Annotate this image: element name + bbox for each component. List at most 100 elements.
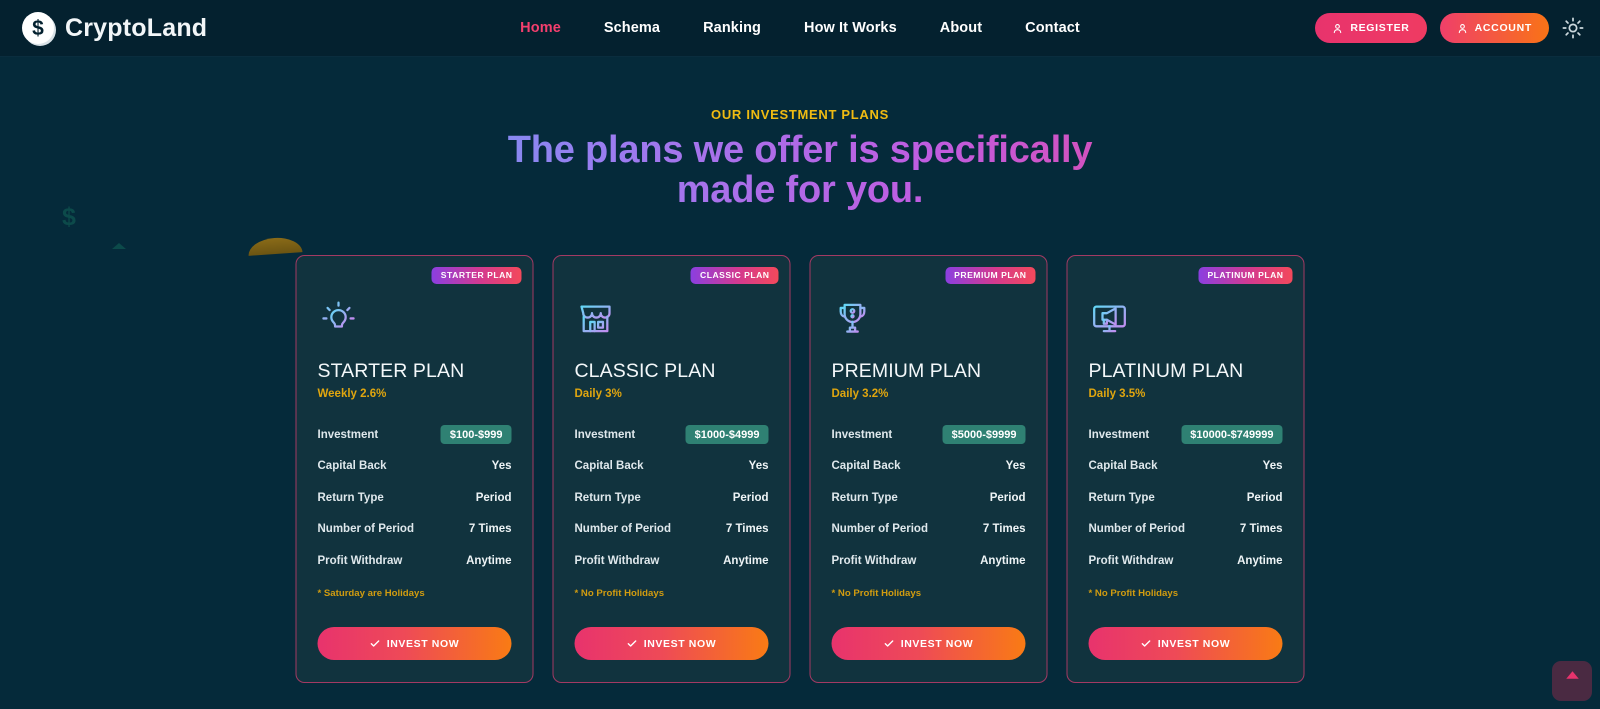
nav-item-schema[interactable]: Schema bbox=[604, 20, 660, 36]
detail-row-investment: Investment $10000-$749999 bbox=[1089, 419, 1283, 451]
detail-label: Investment bbox=[831, 428, 893, 441]
nav-item-ranking[interactable]: Ranking bbox=[703, 20, 761, 36]
main-navigation: Home Schema Ranking How It Works About C… bbox=[520, 20, 1080, 36]
section-headline: The plans we offer is specifically made … bbox=[0, 130, 1600, 211]
pricing-cards: STARTER PLAN STARTER PLAN Weekly 2.6% In… bbox=[295, 255, 1305, 683]
nav-item-home[interactable]: Home bbox=[520, 20, 561, 36]
detail-row-capital-back: Capital Back Yes bbox=[1089, 451, 1283, 483]
decorative-triangle-icon bbox=[112, 243, 126, 249]
plan-details: Investment $100-$999 Capital Back Yes Re… bbox=[318, 419, 512, 577]
detail-value: 7 Times bbox=[468, 523, 512, 536]
detail-value: 7 Times bbox=[1239, 523, 1283, 536]
detail-label: Profit Withdraw bbox=[317, 554, 403, 567]
detail-value: Anytime bbox=[980, 554, 1026, 567]
lightbulb-icon bbox=[318, 297, 512, 341]
detail-value: Yes bbox=[748, 460, 769, 473]
header-actions: REGISTER ACCOUNT bbox=[1315, 13, 1584, 43]
storefront-icon bbox=[575, 297, 769, 341]
section-eyebrow: OUR INVESTMENT PLANS bbox=[711, 107, 889, 122]
detail-value: Anytime bbox=[723, 554, 769, 567]
invest-now-button[interactable]: INVEST NOW bbox=[831, 627, 1026, 660]
detail-row-capital-back: Capital Back Yes bbox=[832, 451, 1026, 483]
invest-now-label: INVEST NOW bbox=[386, 637, 460, 650]
detail-value: Yes bbox=[1005, 460, 1026, 473]
brand-name: CryptoLand bbox=[65, 13, 208, 42]
plan-note: * Saturday are Holidays bbox=[317, 587, 425, 599]
user-icon bbox=[1458, 23, 1466, 33]
pricing-card-platinum[interactable]: PLATINUM PLAN PLATINUM PLAN Daily 3.5% I… bbox=[1066, 255, 1305, 683]
user-icon bbox=[1334, 23, 1342, 33]
scroll-to-top-button[interactable] bbox=[1552, 661, 1592, 701]
brand-logo[interactable]: $ CryptoLand bbox=[22, 12, 207, 44]
nav-item-about[interactable]: About bbox=[940, 20, 982, 36]
pricing-card-starter[interactable]: STARTER PLAN STARTER PLAN Weekly 2.6% In… bbox=[295, 255, 534, 683]
detail-label: Profit Withdraw bbox=[1088, 554, 1174, 567]
detail-value: Period bbox=[1246, 491, 1283, 504]
detail-row-capital-back: Capital Back Yes bbox=[575, 451, 769, 483]
detail-label: Investment bbox=[317, 428, 379, 441]
plan-title: PLATINUM PLAN bbox=[1088, 360, 1244, 382]
detail-label: Capital Back bbox=[574, 460, 644, 473]
detail-row-profit-withdraw: Profit Withdraw Anytime bbox=[832, 545, 1026, 577]
detail-row-return-type: Return Type Period bbox=[832, 482, 1026, 514]
detail-value: Period bbox=[989, 491, 1026, 504]
detail-value: Period bbox=[732, 491, 769, 504]
detail-row-profit-withdraw: Profit Withdraw Anytime bbox=[575, 545, 769, 577]
pricing-card-classic[interactable]: CLASSIC PLAN CLASSIC PLAN Daily 3% Inves… bbox=[552, 255, 791, 683]
detail-label: Return Type bbox=[1088, 491, 1155, 504]
plan-badge: STARTER PLAN bbox=[431, 267, 522, 284]
invest-now-button[interactable]: INVEST NOW bbox=[317, 627, 512, 660]
detail-value: Anytime bbox=[466, 554, 512, 567]
plan-details: Investment $1000-$4999 Capital Back Yes … bbox=[575, 419, 769, 577]
detail-value: Yes bbox=[491, 460, 512, 473]
detail-row-return-type: Return Type Period bbox=[1089, 482, 1283, 514]
invest-now-button[interactable]: INVEST NOW bbox=[1088, 627, 1283, 660]
page-root: $ $ CryptoLand Home Schema Ranking How I… bbox=[0, 0, 1600, 709]
plan-rate: Daily 3.5% bbox=[1088, 388, 1146, 400]
headline-line-1: The plans we offer is specifically bbox=[507, 129, 1093, 171]
register-button[interactable]: REGISTER bbox=[1315, 13, 1427, 43]
plan-note: * No Profit Holidays bbox=[1088, 587, 1179, 599]
check-icon bbox=[1141, 640, 1151, 647]
detail-row-number-of-period: Number of Period 7 Times bbox=[575, 514, 769, 546]
plan-note: * No Profit Holidays bbox=[831, 587, 922, 599]
plan-title: CLASSIC PLAN bbox=[574, 360, 716, 382]
detail-value: 7 Times bbox=[982, 523, 1026, 536]
monitor-megaphone-icon bbox=[1089, 297, 1283, 341]
detail-label: Number of Period bbox=[1088, 523, 1185, 536]
nav-item-how-it-works[interactable]: How It Works bbox=[804, 20, 897, 36]
detail-label: Return Type bbox=[574, 491, 641, 504]
plan-badge: PREMIUM PLAN bbox=[945, 267, 1036, 284]
account-button[interactable]: ACCOUNT bbox=[1439, 13, 1549, 43]
plan-details: Investment $10000-$749999 Capital Back Y… bbox=[1089, 419, 1283, 577]
detail-label: Profit Withdraw bbox=[831, 554, 917, 567]
dollar-coin-icon: $ bbox=[22, 12, 54, 44]
detail-value: 7 Times bbox=[725, 523, 769, 536]
check-icon bbox=[884, 640, 894, 647]
coin-symbol: $ bbox=[32, 16, 44, 40]
plan-badge: PLATINUM PLAN bbox=[1198, 267, 1293, 284]
site-header: $ CryptoLand Home Schema Ranking How It … bbox=[0, 0, 1600, 57]
investment-range-badge: $1000-$4999 bbox=[685, 425, 769, 445]
sun-icon bbox=[1562, 17, 1584, 39]
detail-row-return-type: Return Type Period bbox=[575, 482, 769, 514]
investment-range-badge: $100-$999 bbox=[440, 425, 512, 445]
investment-range-badge: $10000-$749999 bbox=[1181, 425, 1283, 445]
detail-row-number-of-period: Number of Period 7 Times bbox=[318, 514, 512, 546]
nav-item-contact[interactable]: Contact bbox=[1025, 20, 1080, 36]
investment-range-badge: $5000-$9999 bbox=[942, 425, 1026, 445]
invest-now-button[interactable]: INVEST NOW bbox=[574, 627, 769, 660]
check-icon bbox=[627, 640, 637, 647]
detail-label: Investment bbox=[574, 428, 636, 441]
invest-now-label: INVEST NOW bbox=[1157, 637, 1231, 650]
pricing-card-premium[interactable]: PREMIUM PLAN PREMIUM PLAN Daily 3.2% Inv… bbox=[809, 255, 1048, 683]
plan-rate: Weekly 2.6% bbox=[317, 388, 387, 400]
detail-value: Anytime bbox=[1237, 554, 1283, 567]
plan-rate: Daily 3.2% bbox=[831, 388, 889, 400]
detail-label: Number of Period bbox=[574, 523, 671, 536]
decorative-arc bbox=[247, 236, 303, 256]
plan-title: PREMIUM PLAN bbox=[831, 360, 982, 382]
theme-toggle-button[interactable] bbox=[1562, 17, 1584, 39]
detail-label: Capital Back bbox=[831, 460, 901, 473]
invest-now-label: INVEST NOW bbox=[643, 637, 717, 650]
